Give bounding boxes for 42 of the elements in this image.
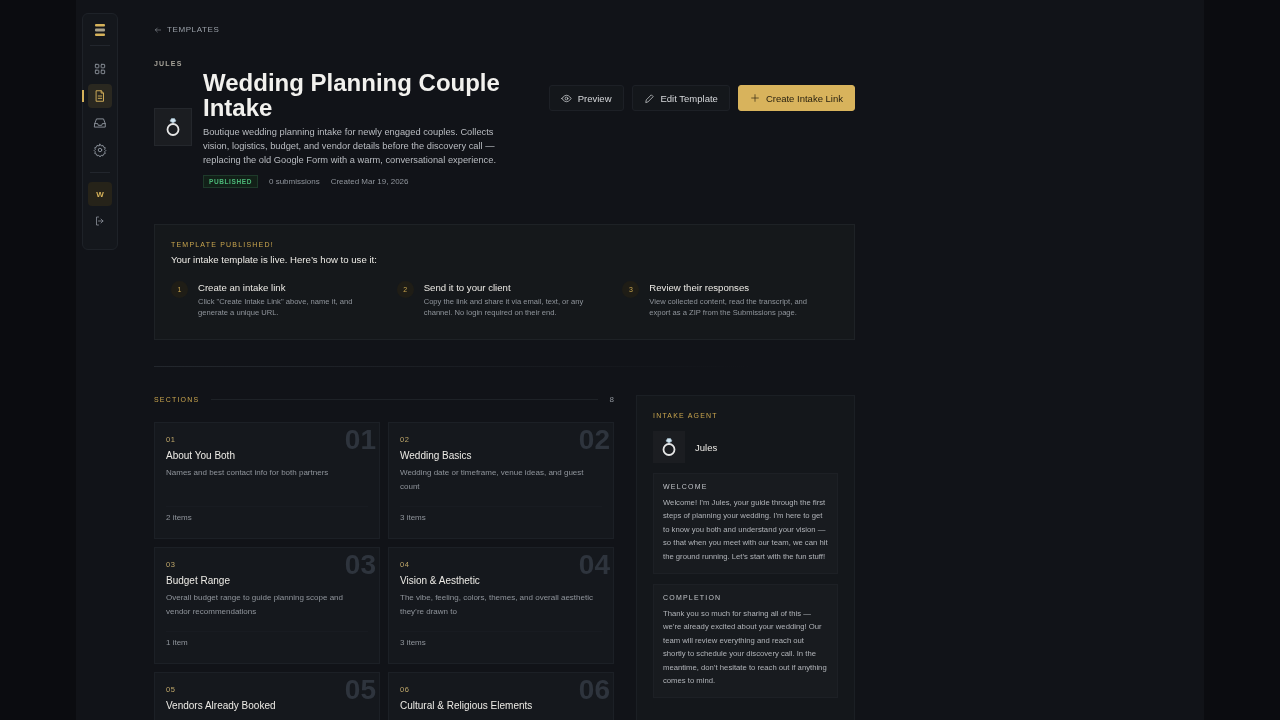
page-title: Wedding Planning Couple Intake	[203, 70, 501, 120]
create-button[interactable]: Create Intake Link	[737, 85, 855, 111]
plus-icon	[749, 93, 760, 103]
section-title: Vendors Already Booked	[166, 700, 277, 711]
item-count: 2 items	[166, 506, 368, 522]
section-title: Cultural & Religious Elements	[400, 700, 534, 711]
back-arrow-icon	[154, 25, 162, 34]
section-title: Budget Range	[166, 575, 231, 586]
section-title: Vision & Aesthetic	[400, 575, 481, 586]
section-title: Wedding Basics	[400, 450, 473, 461]
inbox-icon	[93, 115, 107, 130]
logout-icon	[94, 215, 106, 227]
section-count: 8	[609, 395, 614, 404]
section-title: About You Both	[166, 450, 236, 461]
grid-icon	[93, 61, 107, 76]
settings-icon	[93, 142, 107, 157]
back-link[interactable]: TEMPLATES	[154, 25, 220, 34]
agent-name: Jules	[695, 441, 718, 453]
created-date: Created Mar 19, 2026	[330, 177, 409, 186]
section-description: Names and best contact info for both partners	[166, 467, 330, 479]
step-title: Review their responses	[649, 282, 751, 293]
item-count: 3 items	[400, 506, 602, 522]
preview-button[interactable]: Preview	[548, 85, 624, 111]
ring-icon	[661, 437, 677, 457]
section-description: The vibe, feeling, colors, themes, and overall aesthetic they’re drawn to	[400, 592, 594, 618]
step-title: Create an intake link	[198, 282, 287, 293]
section-description: Overall budget range to guide planning scope and vendor recommendations	[166, 592, 345, 618]
step-title: Send it to your client	[423, 282, 512, 293]
pencil-icon	[643, 92, 655, 104]
logo-icon	[95, 24, 105, 36]
edit-button[interactable]: Edit Template	[631, 85, 730, 111]
user-avatar[interactable]: W	[88, 182, 112, 206]
submission-count: 0 submissions	[268, 177, 320, 186]
item-count: 1 item	[166, 631, 368, 647]
document-icon	[93, 88, 107, 103]
item-count: 3 items	[400, 631, 602, 647]
eye-icon	[560, 92, 572, 104]
notice-intro: Your intake template is live. Here’s how to use it:	[171, 254, 377, 265]
nav-item[interactable]	[88, 83, 112, 108]
section-description: Wedding date or timeframe, venue ideas, and guest count	[400, 467, 585, 493]
template-description: Boutique wedding planning intake for newly engaged couples. Collects vision, logistics, budget, and vendor details before the discovery call — replacing the old Google Form with a warm, conversational experience.	[203, 126, 497, 167]
ring-icon	[165, 117, 181, 137]
